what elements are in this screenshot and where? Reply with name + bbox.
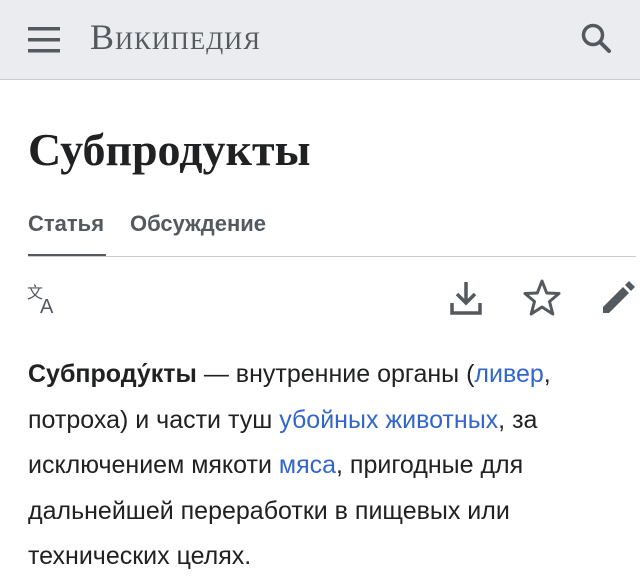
page-title: Субпродукты — [28, 124, 311, 175]
hamburger-menu-icon[interactable] — [22, 22, 66, 58]
page-actions-bar: 文 A — [0, 270, 640, 330]
tab-talk[interactable]: Обсуждение — [130, 205, 266, 257]
wikipedia-wordmark[interactable]: Википедия — [90, 14, 261, 60]
article-lead-paragraph: Субпроду́кты — внутренние органы (ливер,… — [28, 352, 628, 580]
pencil-icon[interactable] — [596, 276, 640, 320]
star-icon[interactable] — [520, 276, 564, 320]
link-meat[interactable]: мяса — [279, 451, 336, 479]
tabs-divider — [28, 256, 636, 257]
download-icon[interactable] — [444, 276, 488, 320]
app-header: Википедия — [0, 0, 640, 80]
lead-term: Субпроду́кты — [28, 360, 197, 388]
language-icon[interactable]: 文 A — [22, 276, 66, 320]
search-icon[interactable] — [576, 18, 618, 60]
tab-article[interactable]: Статья — [28, 205, 106, 257]
link-liver[interactable]: ливер — [474, 360, 543, 388]
svg-text:A: A — [40, 296, 54, 318]
page-tabs: Статья Обсуждение — [28, 205, 636, 257]
text-segment: — внутренние органы ( — [196, 360, 475, 388]
link-slaughter-animals[interactable]: убойных животных — [279, 406, 498, 434]
